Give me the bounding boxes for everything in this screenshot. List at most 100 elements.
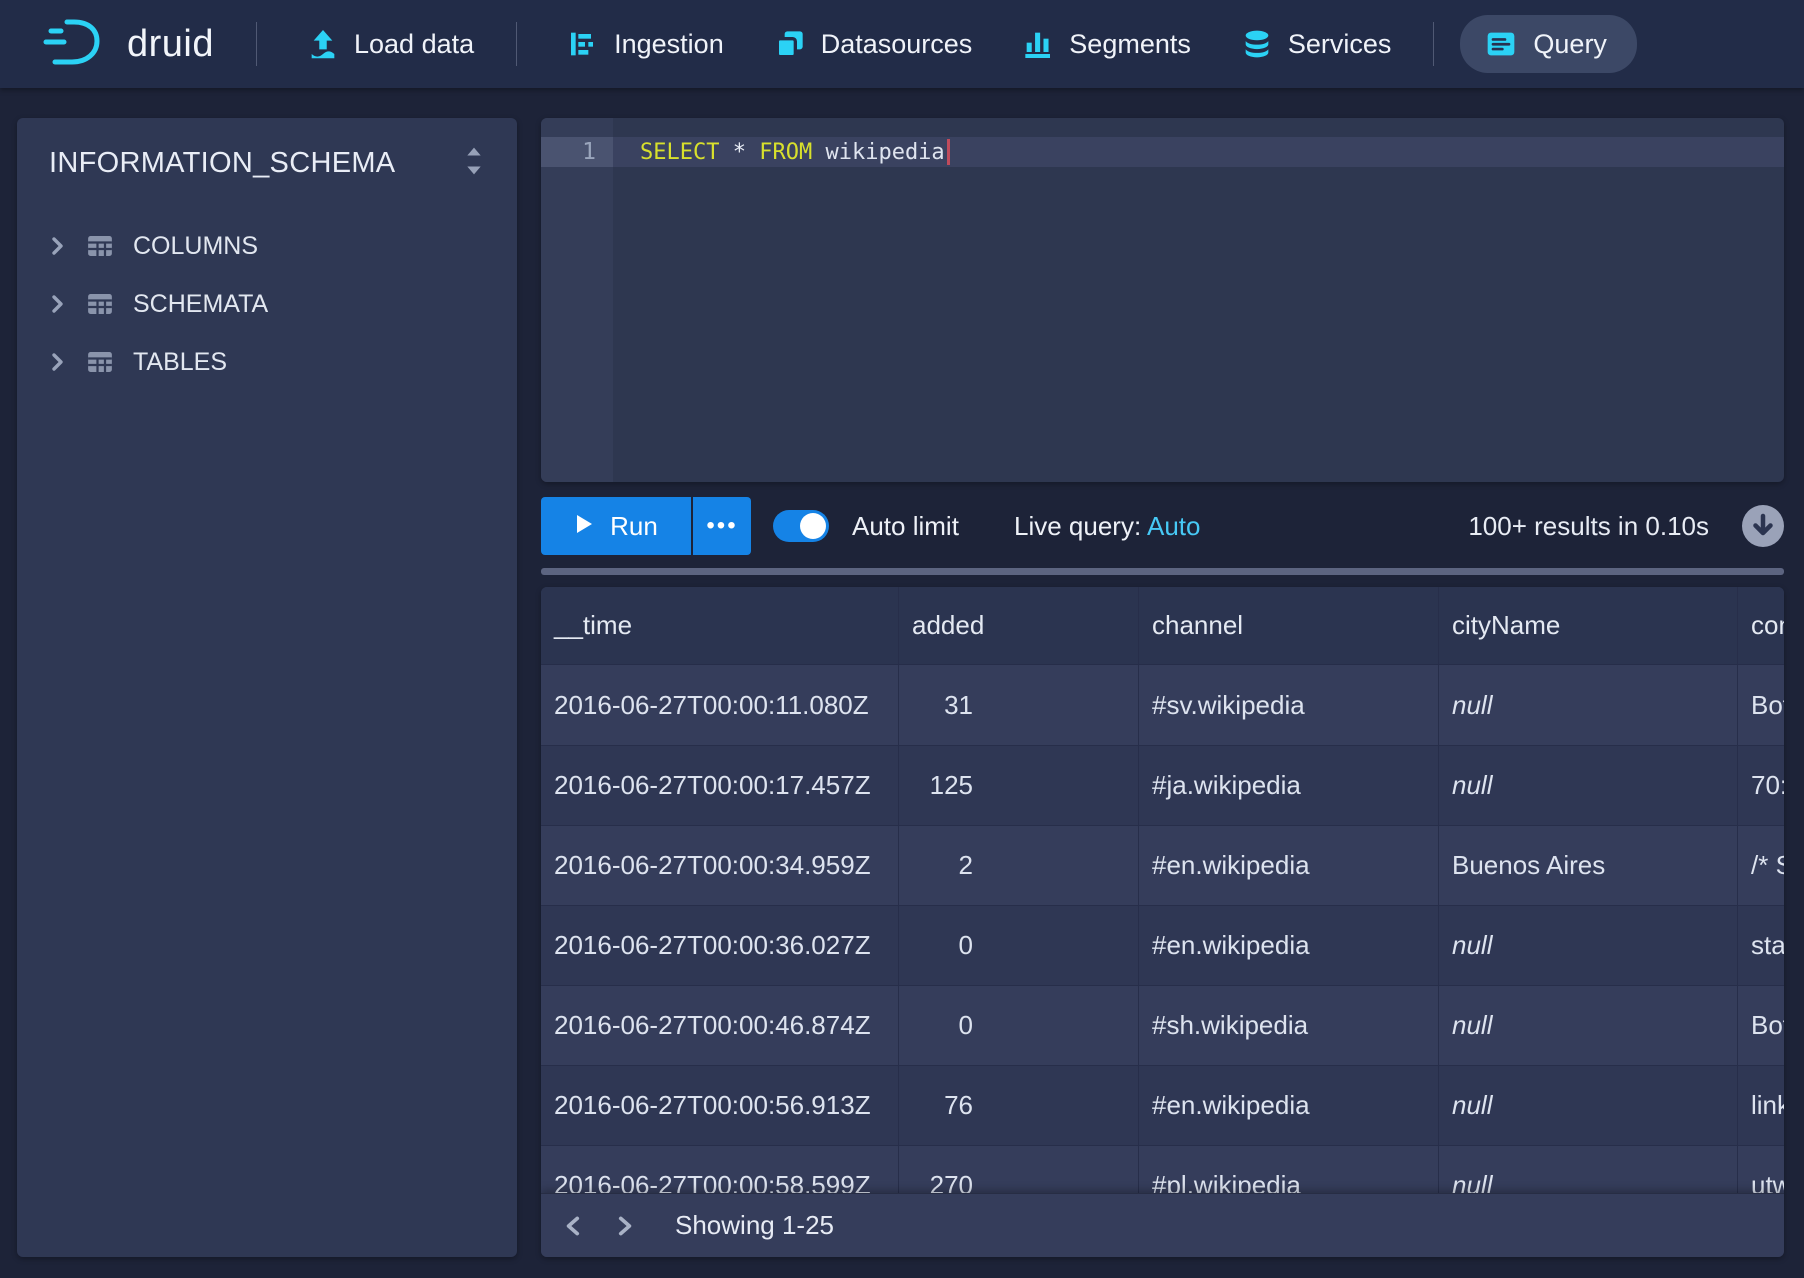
druid-logo-icon [43,16,113,73]
results-body: 2016-06-27T00:00:11.080Z 31 #sv.wikipedi… [541,665,1784,1257]
cell-comment: /* S [1738,826,1784,905]
auto-limit-label: Auto limit [852,497,959,555]
double-caret-vertical-icon[interactable] [459,144,489,183]
gantt-chart-icon [567,28,599,60]
pagination-bar: Showing 1-25 [541,1193,1784,1257]
table-row[interactable]: 2016-06-27T00:00:34.959Z 2 #en.wikipedia… [541,825,1784,905]
sql-identifier: wikipedia [825,140,944,165]
nav-datasources[interactable]: Datasources [774,28,973,60]
nav-load-data[interactable]: Load data [307,28,474,60]
nav-query-active[interactable]: Query [1460,15,1637,73]
nav-label: Datasources [821,29,973,60]
cell-comment: 70: [1738,746,1784,825]
cell-channel: #en.wikipedia [1139,906,1439,985]
cell-time: 2016-06-27T00:00:17.457Z [541,746,899,825]
cell-cityname: null [1439,986,1738,1065]
live-query-value[interactable]: Auto [1147,511,1201,541]
chevron-right-icon [45,292,69,316]
upload-icon [307,28,339,60]
table-icon [85,231,115,261]
results-panel: __time added channel cityName comment 20… [541,587,1784,1257]
cell-time: 2016-06-27T00:00:11.080Z [541,665,899,745]
nav-label: Load data [354,29,474,60]
run-label: Run [610,511,658,542]
tree-item-label: COLUMNS [133,232,258,261]
cell-channel: #en.wikipedia [1139,1066,1439,1145]
results-header-row: __time added channel cityName comment [541,587,1784,665]
cell-added: 0 [899,986,1139,1065]
toggle-knob [800,513,826,539]
nav-label: Query [1533,29,1607,60]
tree-item-tables[interactable]: TABLES [17,333,517,391]
cell-added: 31 [899,665,1139,745]
table-row[interactable]: 2016-06-27T00:00:11.080Z 31 #sv.wikipedi… [541,665,1784,745]
text-cursor [947,139,950,165]
table-icon [85,347,115,377]
nav-services[interactable]: Services [1241,28,1392,60]
tree-item-columns[interactable]: COLUMNS [17,217,517,275]
query-progress-divider [541,568,1784,575]
cell-channel: #en.wikipedia [1139,826,1439,905]
nav-divider [1433,22,1434,66]
previous-page-button[interactable] [559,1211,589,1241]
table-row[interactable]: 2016-06-27T00:00:56.913Z 76 #en.wikipedi… [541,1065,1784,1145]
sql-keyword: SELECT [640,140,719,165]
next-page-button[interactable] [609,1211,639,1241]
cell-cityname: null [1439,746,1738,825]
nav-label: Ingestion [614,29,724,60]
live-query-label: Live query: [1014,511,1141,541]
cell-cityname: null [1439,906,1738,985]
cell-cityname: Buenos Aires [1439,826,1738,905]
run-more-options-button[interactable]: ••• [693,497,751,555]
console-icon [1484,28,1518,60]
sidebar-header: INFORMATION_SCHEMA [17,118,517,183]
more-dots-icon: ••• [706,512,737,540]
line-number: 1 [541,137,613,167]
column-header-time[interactable]: __time [541,587,899,664]
cell-channel: #sv.wikipedia [1139,665,1439,745]
download-results-button[interactable] [1742,505,1784,547]
table-row[interactable]: 2016-06-27T00:00:36.027Z 0 #en.wikipedia… [541,905,1784,985]
druid-logo[interactable]: druid [43,16,214,73]
sql-editor[interactable]: 1 SELECT * FROM wikipedia [541,118,1784,482]
live-query-setting: Live query: Auto [1014,497,1200,555]
stacked-squares-icon [774,28,806,60]
cell-time: 2016-06-27T00:00:34.959Z [541,826,899,905]
column-header-cityname[interactable]: cityName [1439,587,1738,664]
druid-console: druid Load data [0,0,1804,1278]
cell-added: 125 [899,746,1139,825]
cell-cityname: null [1439,665,1738,745]
tree-item-schemata[interactable]: SCHEMATA [17,275,517,333]
editor-active-gutter-cell: 1 [541,137,613,167]
schema-tree: COLUMNS SC [17,217,517,391]
editor-gutter [541,118,613,482]
cell-comment: link [1738,1066,1784,1145]
cell-added: 0 [899,906,1139,985]
nav-divider [256,22,257,66]
schema-title: INFORMATION_SCHEMA [49,147,395,180]
database-icon [1241,28,1273,60]
schema-sidebar: INFORMATION_SCHEMA [17,118,517,1257]
top-nav-bar: druid Load data [0,0,1804,88]
table-icon [85,289,115,319]
nav-ingestion[interactable]: Ingestion [567,28,724,60]
auto-limit-toggle[interactable] [773,510,829,542]
column-header-added[interactable]: added [899,587,1139,664]
chevron-right-icon [45,234,69,258]
run-button[interactable]: Run [541,497,691,555]
results-summary: 100+ results in 0.10s [1468,497,1709,555]
column-header-comment[interactable]: comment [1738,587,1784,664]
cell-channel: #ja.wikipedia [1139,746,1439,825]
sql-keyword: FROM [759,140,812,165]
tree-item-label: TABLES [133,348,227,377]
cell-time: 2016-06-27T00:00:36.027Z [541,906,899,985]
table-row[interactable]: 2016-06-27T00:00:17.457Z 125 #ja.wikiped… [541,745,1784,825]
nav-segments[interactable]: Segments [1022,28,1191,60]
table-row[interactable]: 2016-06-27T00:00:46.874Z 0 #sh.wikipedia… [541,985,1784,1065]
column-header-channel[interactable]: channel [1139,587,1439,664]
nav-label: Services [1288,29,1392,60]
cell-added: 76 [899,1066,1139,1145]
showing-range-label: Showing 1-25 [675,1210,834,1241]
cell-comment: Bot [1738,665,1784,745]
logo-text: druid [127,23,214,66]
